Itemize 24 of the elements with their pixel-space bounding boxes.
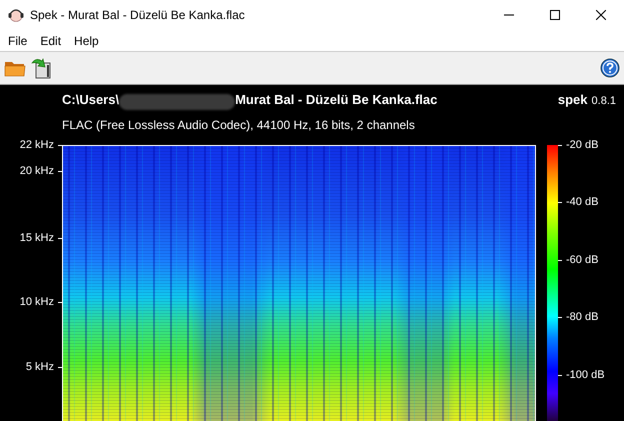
- axis-label: -60 dB: [566, 254, 598, 266]
- axis-label: -40 dB: [566, 196, 598, 208]
- axis-label: 22 kHz: [20, 139, 54, 151]
- arrow-document-icon: [30, 57, 52, 79]
- axis-label: 20 kHz: [20, 165, 54, 177]
- audio-info: FLAC (Free Lossless Audio Codec), 44100 Hz, 16 bits, 2 channels: [62, 118, 416, 132]
- file-path: C:\Users\: [62, 92, 120, 107]
- app-version: 0.8.1: [592, 95, 616, 107]
- app-name: spek: [558, 92, 588, 107]
- axis-label: -80 dB: [566, 311, 598, 323]
- window-title: Spek - Murat Bal - Düzelü Be Kanka.flac: [30, 8, 245, 22]
- app-icon: [8, 8, 24, 22]
- file-name: Murat Bal - Düzelü Be Kanka.flac: [235, 92, 438, 107]
- maximize-icon: [550, 10, 560, 20]
- menu-item[interactable]: Help: [68, 34, 106, 48]
- close-icon: [596, 10, 606, 20]
- menu-item[interactable]: Edit: [34, 34, 68, 48]
- axis-label: -100 dB: [566, 369, 605, 381]
- axis-label: 15 kHz: [20, 232, 54, 244]
- axis-label: 5 kHz: [26, 361, 54, 373]
- menu-item[interactable]: File: [2, 34, 34, 48]
- axis-label: -20 dB: [566, 139, 598, 151]
- help-icon: [600, 58, 620, 78]
- axis-label: 10 kHz: [20, 296, 54, 308]
